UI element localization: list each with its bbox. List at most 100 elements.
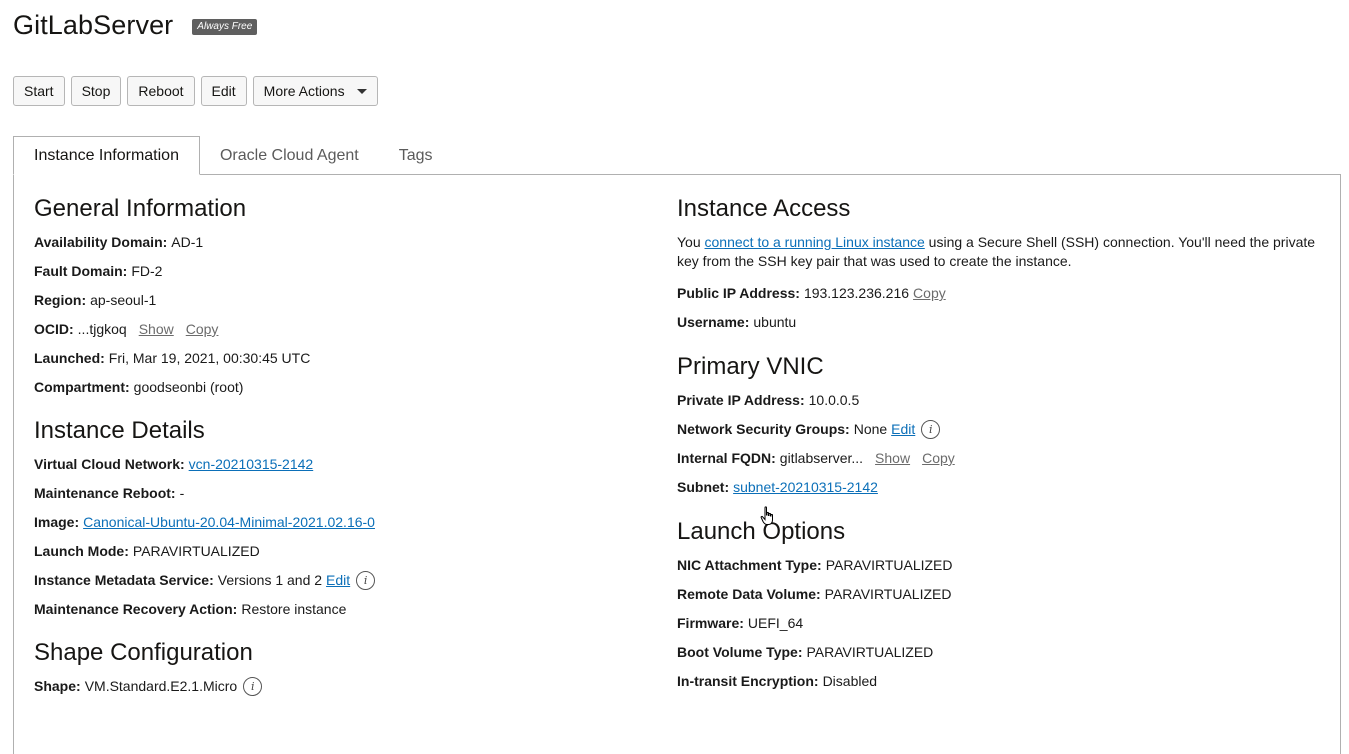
right-column: Instance Access You connect to a running… [677, 195, 1327, 701]
title-row: GitLabServer Always Free [13, 10, 258, 41]
field-label: Boot Volume Type: [677, 644, 803, 660]
more-actions-button[interactable]: More Actions [252, 76, 378, 106]
instance-details-page: GitLabServer Always Free Start Stop Rebo… [0, 0, 1349, 754]
stop-button[interactable]: Stop [70, 76, 122, 106]
left-column: General Information Availability Domain:… [34, 195, 634, 706]
field-value: ap-seoul-1 [90, 292, 157, 308]
primary-vnic-heading: Primary VNIC [677, 353, 824, 380]
field-value: goodseonbi (root) [133, 379, 244, 395]
internal-fqdn-row: Internal FQDN: gitlabserver... Show Copy [677, 449, 1327, 468]
action-toolbar: Start Stop Reboot Edit More Actions [13, 76, 378, 106]
field-label: Subnet: [677, 479, 730, 495]
nsg-row: Network Security Groups: None Edit i [677, 420, 1327, 439]
fqdn-copy-link[interactable]: Copy [922, 449, 955, 468]
subnet-link[interactable]: subnet-20210315-2142 [733, 478, 878, 497]
info-icon[interactable]: i [921, 420, 941, 439]
field-label: Shape: [34, 678, 81, 694]
field-value: AD-1 [171, 234, 204, 250]
private-ip-row: Private IP Address: 10.0.0.5 [677, 391, 1327, 410]
field-value: PARAVIRTUALIZED [824, 586, 952, 602]
shape-configuration-heading: Shape Configuration [34, 639, 253, 666]
field-label: In-transit Encryption: [677, 673, 819, 689]
field-value: PARAVIRTUALIZED [806, 644, 934, 660]
tab-tags[interactable]: Tags [379, 136, 453, 175]
compartment-row: Compartment: goodseonbi (root) [34, 378, 634, 397]
edit-button[interactable]: Edit [200, 76, 247, 106]
firmware-row: Firmware: UEFI_64 [677, 614, 1327, 633]
field-label: Virtual Cloud Network: [34, 456, 185, 472]
caret-down-icon [356, 88, 367, 94]
vcn-row: Virtual Cloud Network: vcn-20210315-2142 [34, 455, 634, 474]
field-value: PARAVIRTUALIZED [132, 543, 260, 559]
image-row: Image: Canonical-Ubuntu-20.04-Minimal-20… [34, 513, 634, 532]
field-label: Launch Mode: [34, 543, 129, 559]
field-value: 193.123.236.216 [803, 285, 910, 301]
field-label: Instance Metadata Service: [34, 572, 214, 588]
tab-oracle-cloud-agent[interactable]: Oracle Cloud Agent [200, 136, 379, 175]
reboot-button[interactable]: Reboot [127, 76, 195, 106]
field-value: Disabled [822, 673, 878, 689]
instance-access-heading: Instance Access [677, 195, 851, 222]
nsg-edit-link[interactable]: Edit [891, 420, 915, 439]
field-label: Compartment: [34, 379, 130, 395]
field-value: ubuntu [753, 314, 797, 330]
image-link[interactable]: Canonical-Ubuntu-20.04-Minimal-2021.02.1… [83, 513, 375, 532]
field-label: Maintenance Reboot: [34, 485, 176, 501]
ocid-show-link[interactable]: Show [139, 320, 174, 339]
more-actions-label: More Actions [263, 83, 345, 99]
public-ip-row: Public IP Address: 193.123.236.216 Copy [677, 284, 1327, 303]
boot-volume-type-row: Boot Volume Type: PARAVIRTUALIZED [677, 643, 1327, 662]
field-value: PARAVIRTUALIZED [825, 557, 953, 573]
field-label: Maintenance Recovery Action: [34, 601, 238, 617]
page-title: GitLabServer [13, 10, 174, 40]
field-label: Availability Domain: [34, 234, 168, 250]
field-value: VM.Standard.E2.1.Micro [84, 678, 238, 694]
field-value: FD-2 [131, 263, 163, 279]
field-label: Username: [677, 314, 750, 330]
nic-attachment-row: NIC Attachment Type: PARAVIRTUALIZED [677, 556, 1327, 575]
field-label: Network Security Groups: [677, 421, 850, 437]
instance-details-heading: Instance Details [34, 417, 205, 444]
field-value: None [853, 421, 888, 437]
field-label: Remote Data Volume: [677, 586, 821, 602]
ocid-copy-link[interactable]: Copy [186, 320, 219, 339]
remote-data-volume-row: Remote Data Volume: PARAVIRTUALIZED [677, 585, 1327, 604]
in-transit-encryption-row: In-transit Encryption: Disabled [677, 672, 1327, 691]
field-label: Private IP Address: [677, 392, 805, 408]
maintenance-reboot-row: Maintenance Reboot: - [34, 484, 634, 503]
field-label: Fault Domain: [34, 263, 128, 279]
info-icon[interactable]: i [243, 677, 263, 696]
metadata-service-row: Instance Metadata Service: Versions 1 an… [34, 571, 634, 590]
field-label: Public IP Address: [677, 285, 800, 301]
info-icon[interactable]: i [356, 571, 376, 590]
vcn-link[interactable]: vcn-20210315-2142 [189, 455, 314, 474]
always-free-badge: Always Free [192, 18, 258, 35]
tab-instance-information[interactable]: Instance Information [13, 136, 200, 175]
tab-panel: General Information Availability Domain:… [13, 174, 1341, 754]
fault-domain-row: Fault Domain: FD-2 [34, 262, 634, 281]
field-label: Internal FQDN: [677, 450, 776, 466]
ocid-row: OCID: ...tjgkoq Show Copy [34, 320, 634, 339]
public-ip-copy-link[interactable]: Copy [913, 284, 946, 303]
launched-row: Launched: Fri, Mar 19, 2021, 00:30:45 UT… [34, 349, 634, 368]
connect-linux-instance-link[interactable]: connect to a running Linux instance [705, 234, 925, 250]
field-label: Launched: [34, 350, 105, 366]
launch-mode-row: Launch Mode: PARAVIRTUALIZED [34, 542, 634, 561]
fqdn-show-link[interactable]: Show [875, 449, 910, 468]
field-label: Region: [34, 292, 87, 308]
recovery-action-row: Maintenance Recovery Action: Restore ins… [34, 600, 634, 619]
field-label: Image: [34, 514, 80, 530]
ssh-instructions: You connect to a running Linux instance … [677, 233, 1327, 271]
subnet-row: Subnet: subnet-20210315-2142 [677, 478, 1327, 497]
field-value: 10.0.0.5 [808, 392, 860, 408]
shape-row: Shape: VM.Standard.E2.1.Micro i [34, 677, 634, 696]
ssh-text-prefix: You [677, 234, 705, 250]
tab-bar: Instance Information Oracle Cloud Agent … [13, 136, 453, 175]
field-label: NIC Attachment Type: [677, 557, 822, 573]
field-value: Versions 1 and 2 [217, 572, 323, 588]
metadata-edit-link[interactable]: Edit [326, 571, 350, 590]
field-label: OCID: [34, 321, 74, 337]
username-row: Username: ubuntu [677, 313, 1327, 332]
start-button[interactable]: Start [13, 76, 65, 106]
availability-domain-row: Availability Domain: AD-1 [34, 233, 634, 252]
